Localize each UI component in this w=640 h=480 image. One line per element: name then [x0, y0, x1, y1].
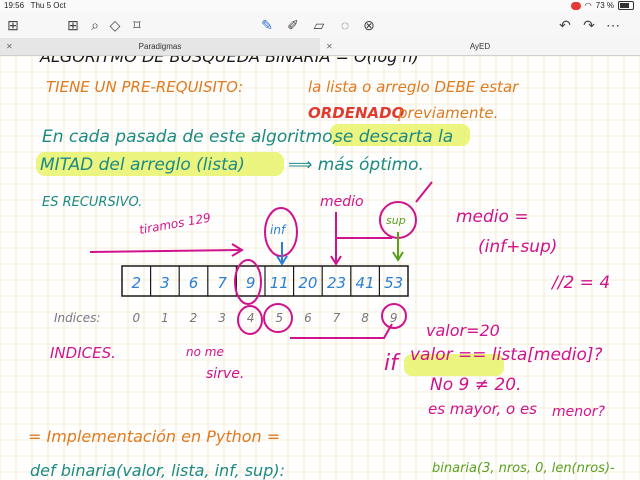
note-page[interactable]: ALGORITMO DE BUSQUEDA BINARIA = O(log n)…	[0, 56, 640, 480]
es-mayor-text: es mayor, o es	[428, 400, 537, 418]
status-date: Thu 5 Oct	[30, 1, 66, 10]
no-me-text: no me	[186, 345, 224, 359]
status-bar: 19:56 Thu 5 Oct ◠ 73 %	[0, 0, 640, 12]
shapes-icon[interactable]: ◇	[106, 15, 124, 35]
line2-a: MITAD del arreglo (lista)	[40, 155, 245, 175]
array-value: 9	[246, 274, 256, 292]
index-value: 6	[304, 311, 312, 325]
grid-icon[interactable]: ⊞	[64, 15, 82, 35]
previamente-word: previamente.	[397, 104, 498, 122]
no-line: No 9 ≠ 20.	[430, 375, 521, 395]
index-value: 8	[361, 311, 369, 325]
indices-caps: INDICES.	[50, 344, 116, 362]
index-value: 0	[132, 311, 140, 325]
undo-icon[interactable]: ↶	[556, 15, 574, 35]
sup-label: sup	[386, 214, 406, 227]
array-value: 41	[356, 274, 375, 292]
search-icon[interactable]: ⌕	[86, 15, 104, 35]
index-value: 7	[333, 311, 341, 325]
array-value: 23	[327, 274, 346, 292]
app-toolbar: ⊞ ⊞ ⌕ ◇ ⌑ ✎ ✐ ▱ ◌ ⊗ ↶ ↷ ⋯	[0, 12, 640, 38]
pen-icon[interactable]: ✎	[258, 15, 276, 35]
redo-icon[interactable]: ↷	[580, 15, 598, 35]
close-icon[interactable]: ✕	[326, 38, 333, 55]
sidebar-toggle-icon[interactable]: ⊞	[4, 15, 22, 35]
def-line: def binaria(valor, lista, inf, sup):	[30, 461, 285, 480]
more-icon[interactable]: ⋯	[604, 15, 622, 35]
wifi-icon: ◠	[584, 1, 592, 10]
prereq-label: TIENE UN PRE-REQUISITO:	[46, 78, 243, 96]
highlighter-icon[interactable]: ✐	[284, 15, 302, 35]
partial-top-line: ALGORITMO DE BUSQUEDA BINARIA = O(log n)	[39, 56, 419, 66]
eraser-icon[interactable]: ▱	[310, 15, 328, 35]
index-value: 4	[247, 311, 255, 325]
tab-paradigmas[interactable]: ✕ Paradigmas	[0, 38, 320, 55]
array-value: 6	[189, 274, 199, 292]
close-icon[interactable]: ✕	[6, 38, 13, 55]
index-value: 3	[218, 311, 226, 325]
recursivo-text: ES RECURSIVO.	[42, 195, 142, 210]
array-cells: 2 3 6 7 9 11 20 23 41 53	[132, 266, 403, 296]
battery-percent: 73 %	[595, 1, 614, 10]
handwritten-notes: ALGORITMO DE BUSQUEDA BINARIA = O(log n)…	[0, 56, 640, 480]
indices-label: Indices:	[54, 311, 100, 325]
array-value: 20	[298, 274, 317, 292]
valor20-text: valor=20	[426, 321, 500, 340]
inf-label: inf	[270, 223, 287, 237]
array-value: 7	[217, 274, 227, 292]
image-icon[interactable]: ⊗	[360, 15, 378, 35]
prereq-text: la lista o arreglo DEBE estar	[308, 78, 519, 96]
formula-line1: medio =	[456, 207, 529, 227]
if-word: if	[384, 351, 401, 376]
tab-label: Paradigmas	[138, 42, 182, 51]
lasso-icon[interactable]: ◌	[336, 15, 354, 35]
tab-bar: ✕ Paradigmas ✕ AyED	[0, 38, 640, 56]
battery-icon	[618, 1, 634, 10]
index-value: 1	[161, 311, 169, 325]
sirve-text: sirve.	[206, 366, 244, 382]
index-value: 9	[390, 311, 398, 325]
line2-b: ⟹ más óptimo.	[288, 155, 424, 175]
implementacion-title: = Implementación en Python =	[28, 427, 280, 446]
tab-label: AyED	[469, 42, 491, 51]
index-value: 5	[275, 311, 283, 325]
status-time: 19:56	[4, 1, 25, 10]
index-value: 2	[190, 311, 198, 325]
formula-line3: //2 = 4	[550, 273, 610, 293]
tiramos-arrow	[89, 249, 241, 253]
condition-text: valor == lista[medio]?	[410, 345, 603, 365]
tab-ayed[interactable]: ✕ AyED	[320, 38, 640, 55]
formula-line2: (inf+sup)	[478, 237, 557, 257]
array-value: 3	[160, 274, 170, 292]
line1-b: se descarta la	[334, 127, 453, 147]
ordenado-word: ORDENADO	[308, 104, 405, 122]
recording-icon	[570, 1, 581, 10]
array-value: 11	[270, 274, 289, 292]
menor-text: menor?	[552, 404, 605, 420]
array-value: 2	[132, 274, 142, 292]
array-value: 53	[384, 274, 403, 292]
line1-a: En cada pasada de este algoritmo,	[42, 127, 338, 147]
bookmark-icon[interactable]: ⌑	[128, 15, 146, 35]
tiramos-text: tiramos 129	[138, 211, 212, 237]
medio-label: medio	[320, 194, 364, 210]
call-line: binaria(3, nros, 0, len(nros)-	[432, 461, 615, 476]
